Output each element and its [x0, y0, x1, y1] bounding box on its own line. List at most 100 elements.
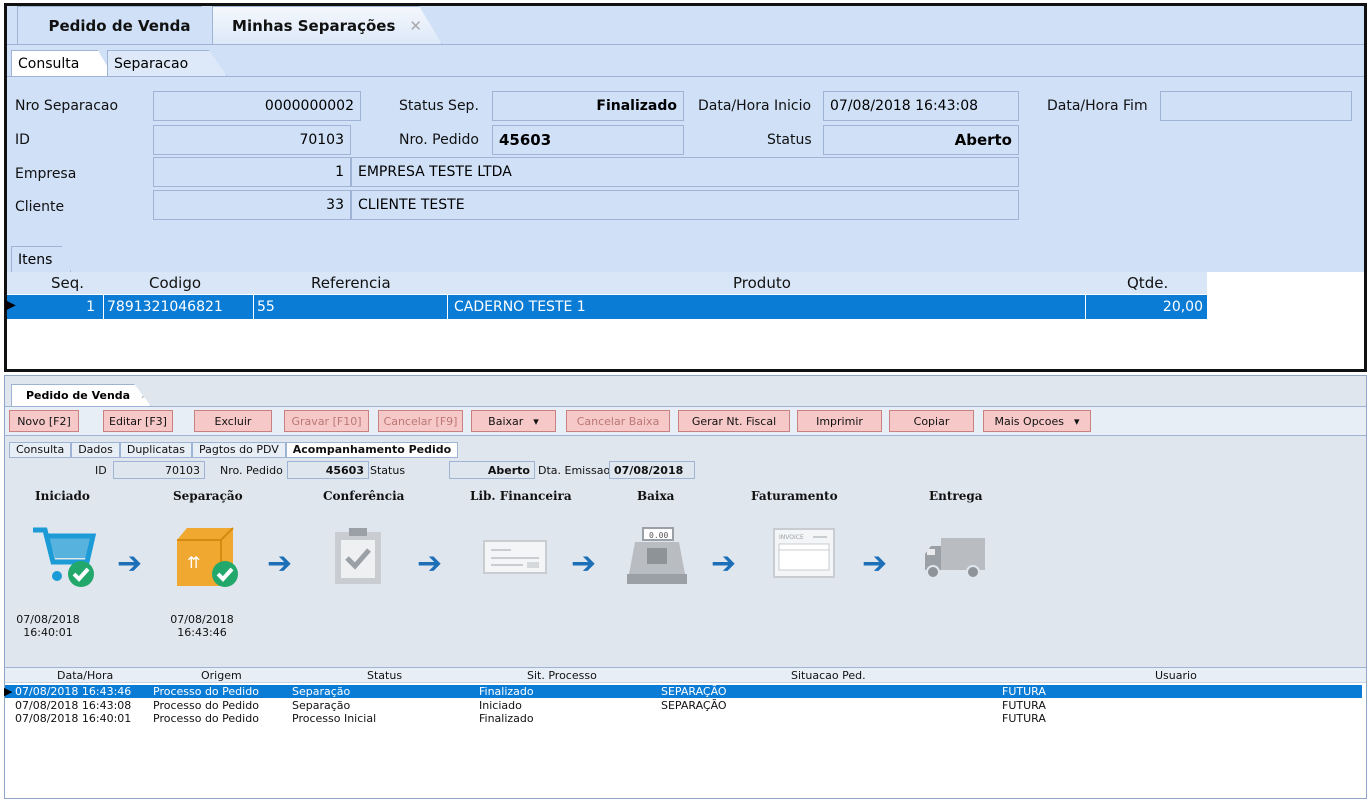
status-field[interactable]: Aberto — [449, 461, 535, 479]
cliente-nome-field[interactable]: CLIENTE TESTE — [351, 190, 1019, 220]
step-date: 07/08/2018 — [170, 613, 234, 626]
row-pointer-icon: ▶ — [4, 685, 13, 698]
novo-button[interactable]: Novo [F2] — [9, 410, 79, 432]
cliente-label: Cliente — [15, 199, 65, 215]
empresa-id-field[interactable]: 1 — [153, 157, 351, 187]
cancelar-baixa-button[interactable]: Cancelar Baixa — [566, 410, 670, 432]
col-produto[interactable]: Produto — [733, 274, 791, 292]
subtab-dados[interactable]: Dados — [71, 442, 120, 458]
step-hour: 16:40:01 — [23, 626, 73, 639]
col-situacao-ped[interactable]: Situacao Ped. — [791, 669, 866, 682]
col-origem[interactable]: Origem — [201, 669, 242, 682]
arrow-right-icon: ➔ — [862, 546, 888, 581]
pedido-venda-panel: Pedido de Venda ✕ Novo [F2] Editar [F3] E… — [4, 375, 1367, 799]
items-grid: Seq. Codigo Referencia Produto Qtde. ▶ 1… — [5, 272, 1364, 369]
gerar-nt-fiscal-button[interactable]: Gerar Nt. Fiscal — [678, 410, 790, 432]
svg-text:0.00: 0.00 — [649, 531, 668, 540]
subtab-duplicatas[interactable]: Duplicatas — [119, 442, 192, 458]
button-label: Baixar — [488, 414, 524, 428]
table-row[interactable]: ▶ 07/08/2018 16:43:46 Processo do Pedido… — [4, 685, 1362, 698]
copiar-button[interactable]: Copiar — [889, 410, 974, 432]
cell-data-hora: 07/08/2018 16:40:01 — [15, 712, 132, 725]
empresa-label: Empresa — [15, 166, 77, 182]
cliente-id-field[interactable]: 33 — [153, 190, 351, 220]
cell-status: Processo Inicial — [292, 712, 377, 725]
mais-opcoes-button[interactable]: Mais Opcoes ▾ — [983, 410, 1091, 432]
box-check-icon: ⇈ — [177, 527, 238, 587]
editar-button[interactable]: Editar [F3] — [103, 410, 173, 432]
col-status[interactable]: Status — [367, 669, 402, 682]
check-document-icon — [483, 540, 547, 574]
svg-text:INVOICE: INVOICE — [779, 534, 804, 541]
col-qtde[interactable]: Qtde. — [1127, 274, 1168, 292]
arrow-right-icon: ➔ — [117, 546, 143, 581]
empresa-nome-field[interactable]: EMPRESA TESTE LTDA — [351, 157, 1019, 187]
truck-icon — [925, 538, 985, 579]
step-lib-financeira-label: Lib. Financeira — [470, 489, 572, 503]
cell-status: Separação — [292, 699, 351, 712]
subtab-bar: Consulta Dados Duplicatas Pagtos do PDV … — [9, 442, 459, 458]
id-field[interactable]: 70103 — [113, 461, 205, 479]
table-row[interactable]: 07/08/2018 16:43:08 Processo do Pedido S… — [5, 699, 1362, 712]
col-usuario[interactable]: Usuario — [1155, 669, 1197, 682]
col-referencia[interactable]: Referencia — [311, 274, 391, 292]
col-sit-processo[interactable]: Sit. Processo — [527, 669, 597, 682]
table-row[interactable]: ▶ 1 7891321046821 55 CADERNO TESTE 1 20,… — [5, 295, 1207, 319]
close-icon[interactable]: ✕ — [409, 17, 422, 35]
subtab-separacao[interactable]: Separacao — [107, 50, 227, 76]
close-icon[interactable]: ✕ — [140, 389, 149, 402]
id-label: ID — [15, 132, 30, 148]
cell-usuario: FUTURA — [1002, 712, 1046, 725]
subtab-consulta[interactable]: Consulta — [11, 50, 113, 76]
table-row[interactable]: 07/08/2018 16:40:01 Processo do Pedido P… — [5, 712, 1362, 725]
button-label: Novo [F2] — [17, 414, 71, 428]
excluir-button[interactable]: Excluir — [194, 410, 272, 432]
dh-inicio-label: Data/Hora Inicio — [698, 98, 812, 114]
nro-pedido-label: Nro. Pedido — [399, 132, 479, 148]
button-label: Gerar Nt. Fiscal — [691, 414, 777, 428]
cancelar-button[interactable]: Cancelar [F9] — [378, 410, 463, 432]
arrow-right-icon: ➔ — [711, 546, 737, 581]
cell-qtde: 20,00 — [1085, 295, 1207, 319]
imprimir-button[interactable]: Imprimir — [797, 410, 882, 432]
cell-referencia: 55 — [253, 295, 443, 319]
button-label: Cancelar [F9] — [383, 414, 458, 428]
col-data-hora[interactable]: Data/Hora — [57, 669, 113, 682]
step-iniciado-label: Iniciado — [35, 489, 90, 503]
cell-origem: Processo do Pedido — [153, 699, 259, 712]
emissao-field[interactable]: 07/08/2018 — [609, 461, 695, 479]
button-label: Gravar [F10] — [291, 414, 362, 428]
col-codigo[interactable]: Codigo — [149, 274, 201, 292]
col-seq[interactable]: Seq. — [51, 274, 84, 292]
status-field[interactable]: Aberto — [823, 125, 1019, 155]
nro-separacao-field[interactable]: 0000000002 — [153, 91, 361, 121]
cell-status: Separação — [292, 685, 351, 698]
svg-text:⇈: ⇈ — [187, 553, 200, 572]
tab-itens[interactable]: Itens — [11, 246, 71, 272]
subtab-consulta[interactable]: Consulta — [9, 442, 72, 458]
nro-pedido-field[interactable]: 45603 — [492, 125, 684, 155]
status-sep-field[interactable]: Finalizado — [492, 91, 684, 121]
id-field[interactable]: 70103 — [153, 125, 351, 155]
step-faturamento-label: Faturamento — [751, 489, 838, 503]
subtab-label: Consulta — [18, 55, 80, 72]
button-label: Copiar — [913, 414, 950, 428]
tab-pedido-venda[interactable]: Pedido de Venda — [17, 6, 222, 44]
baixar-button[interactable]: Baixar ▾ — [471, 410, 556, 432]
cell-usuario: FUTURA — [1002, 699, 1046, 712]
tab-minhas-separacoes[interactable]: Minhas Separações ✕ — [212, 6, 442, 44]
subtab-acompanhamento[interactable]: Acompanhamento Pedido — [285, 442, 459, 458]
arrow-right-icon: ➔ — [417, 546, 443, 581]
button-label: Cancelar Baixa — [576, 414, 660, 428]
dh-inicio-field[interactable]: 07/08/2018 16:43:08 — [823, 91, 1019, 121]
emissao-label: Dta. Emissao — [538, 464, 611, 477]
step-hour: 16:43:46 — [177, 626, 227, 639]
nro-pedido-field[interactable]: 45603 — [287, 461, 369, 479]
subtab-pagtos-pdv[interactable]: Pagtos do PDV — [191, 442, 286, 458]
cell-data-hora: 07/08/2018 16:43:46 — [15, 685, 132, 698]
tab-label: Pedido de Venda — [48, 16, 191, 35]
gravar-button[interactable]: Gravar [F10] — [284, 410, 369, 432]
arrow-right-icon: ➔ — [267, 546, 293, 581]
tab-pedido-venda-bottom[interactable]: Pedido de Venda ✕ — [11, 384, 151, 406]
dh-fim-field[interactable] — [1160, 91, 1352, 121]
